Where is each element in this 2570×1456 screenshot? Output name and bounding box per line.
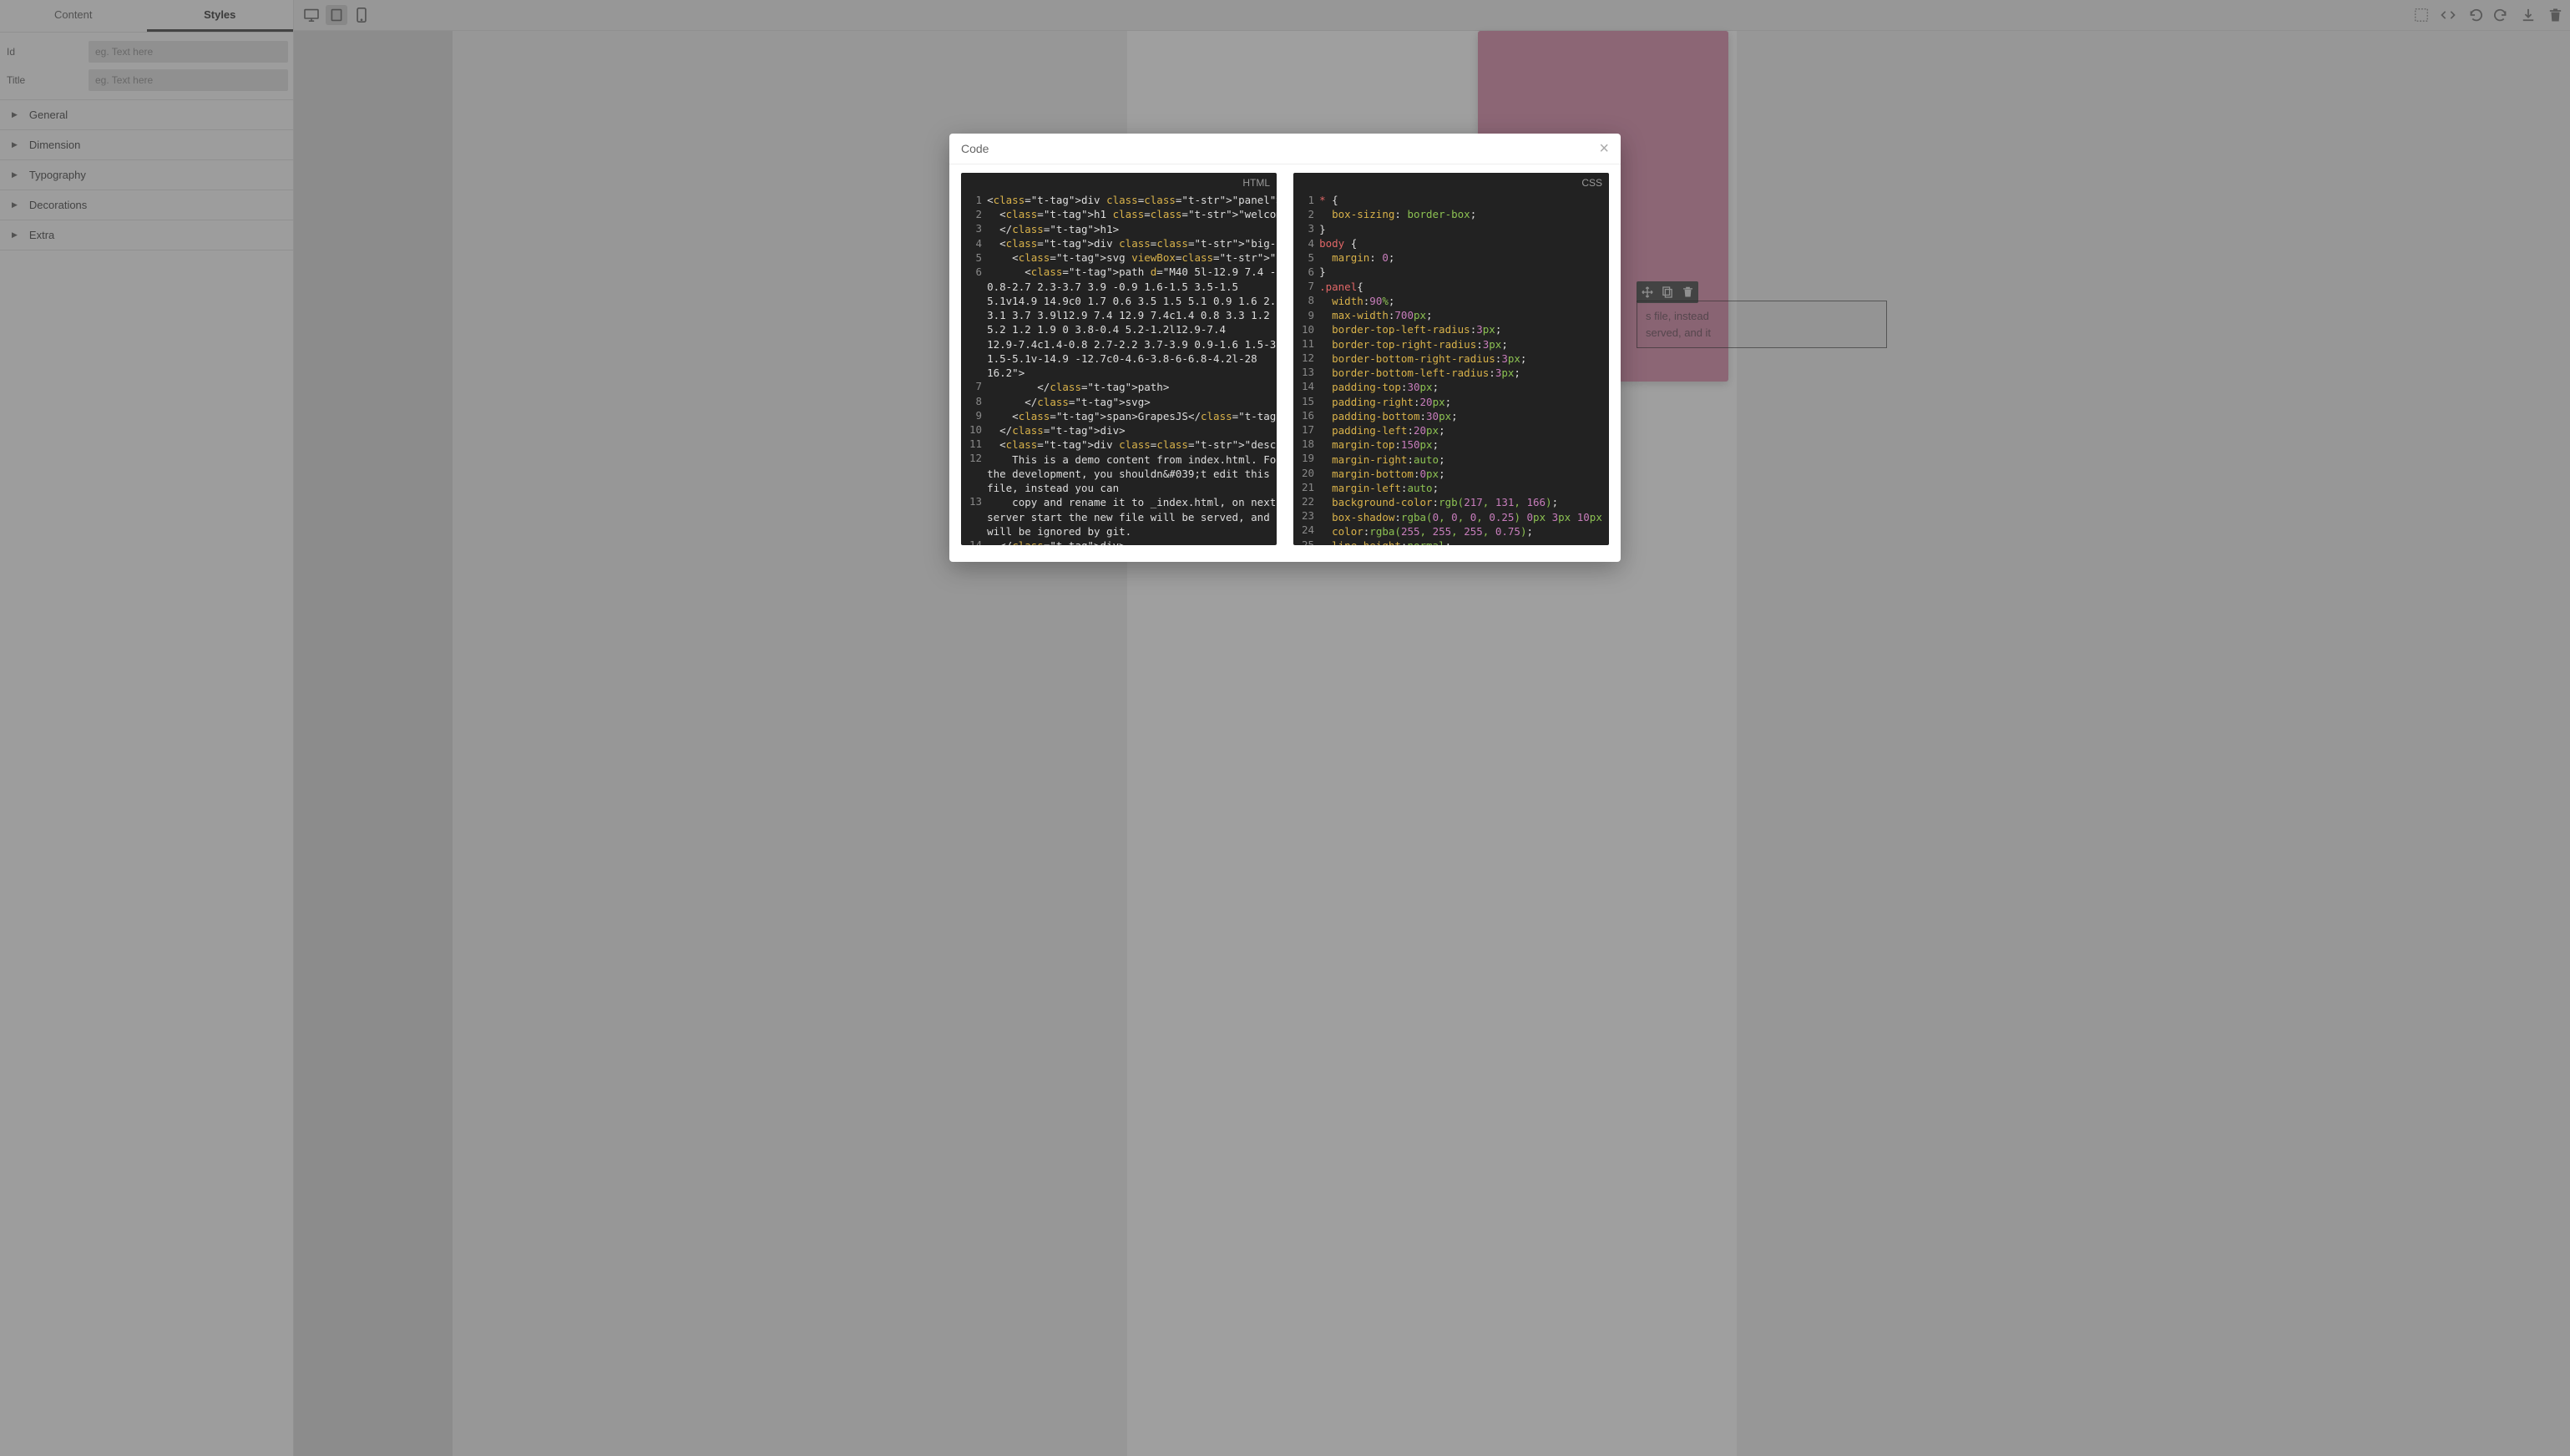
modal-header: Code × [949, 134, 1621, 164]
code-modal: Code × HTML 123456789101112131415 <class… [949, 134, 1621, 562]
css-label: CSS [1581, 176, 1602, 190]
html-code-panel: HTML 123456789101112131415 <class="t-tag… [961, 173, 1277, 545]
css-editor[interactable]: 1234567891011121314151617181920212223242… [1293, 173, 1609, 545]
html-label: HTML [1242, 176, 1270, 190]
html-editor[interactable]: 123456789101112131415 <class="t-tag">div… [961, 173, 1277, 545]
modal-close-button[interactable]: × [1599, 140, 1609, 157]
css-code-panel: CSS 123456789101112131415161718192021222… [1293, 173, 1609, 545]
modal-title: Code [961, 142, 989, 155]
